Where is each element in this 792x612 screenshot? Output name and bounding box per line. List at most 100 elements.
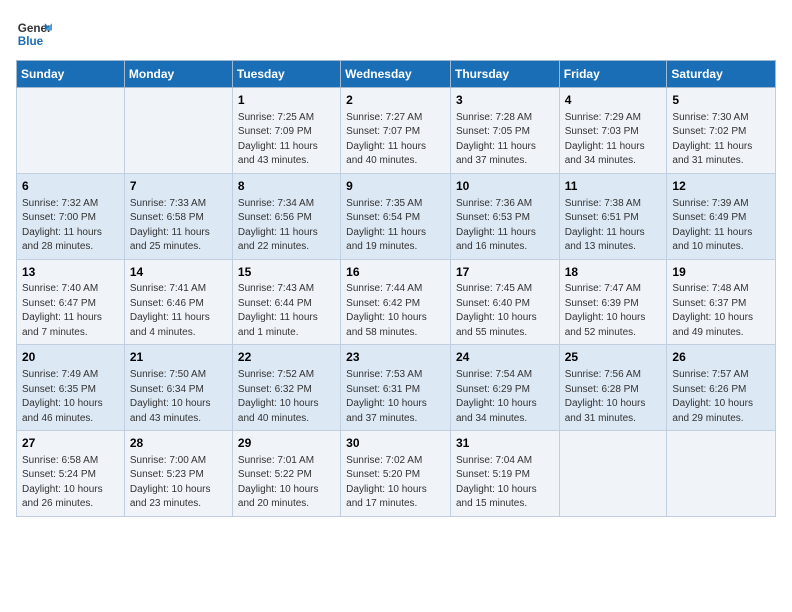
header-row: SundayMondayTuesdayWednesdayThursdayFrid… <box>17 61 776 88</box>
logo-icon: General Blue <box>16 16 52 52</box>
header-cell-sunday: Sunday <box>17 61 125 88</box>
calendar-table: SundayMondayTuesdayWednesdayThursdayFrid… <box>16 60 776 517</box>
day-cell: 25 Sunrise: 7:56 AM Sunset: 6:28 PM Dayli… <box>559 345 667 431</box>
day-cell: 12 Sunrise: 7:39 AM Sunset: 6:49 PM Dayli… <box>667 173 776 259</box>
day-info: Sunrise: 7:27 AM Sunset: 7:07 PM Dayligh… <box>346 111 445 169</box>
day-cell: 20Sunrise: 7:49 AM Sunset: 6:35 PM Dayli… <box>17 345 125 431</box>
day-number: 8 <box>238 178 335 195</box>
header-cell-thursday: Thursday <box>450 61 559 88</box>
header-cell-saturday: Saturday <box>667 61 776 88</box>
day-cell <box>667 431 776 517</box>
day-info: Sunrise: 7:40 AM Sunset: 6:47 PM Dayligh… <box>22 282 119 340</box>
day-cell: 14Sunrise: 7:41 AM Sunset: 6:46 PM Dayli… <box>124 259 232 345</box>
day-info: Sunrise: 7:02 AM Sunset: 5:20 PM Dayligh… <box>346 454 445 512</box>
day-cell: 29 Sunrise: 7:01 AM Sunset: 5:22 PM Dayli… <box>232 431 340 517</box>
day-cell: 2 Sunrise: 7:27 AM Sunset: 7:07 PM Daylig… <box>341 88 451 174</box>
day-cell <box>17 88 125 174</box>
day-info: Sunrise: 6:58 AM Sunset: 5:24 PM Dayligh… <box>22 454 119 512</box>
day-cell <box>559 431 667 517</box>
day-number: 7 <box>130 178 227 195</box>
day-number: 22 <box>238 349 335 366</box>
page-header: General Blue <box>16 16 776 52</box>
day-cell: 23 Sunrise: 7:53 AM Sunset: 6:31 PM Dayli… <box>341 345 451 431</box>
day-number: 19 <box>672 264 770 281</box>
day-number: 10 <box>456 178 554 195</box>
day-info: Sunrise: 7:39 AM Sunset: 6:49 PM Dayligh… <box>672 197 770 255</box>
day-info: Sunrise: 7:48 AM Sunset: 6:37 PM Dayligh… <box>672 282 770 340</box>
day-cell: 11 Sunrise: 7:38 AM Sunset: 6:51 PM Dayli… <box>559 173 667 259</box>
day-cell: 3 Sunrise: 7:28 AM Sunset: 7:05 PM Daylig… <box>450 88 559 174</box>
day-info: Sunrise: 7:00 AM Sunset: 5:23 PM Dayligh… <box>130 454 227 512</box>
day-number: 23 <box>346 349 445 366</box>
day-cell: 18Sunrise: 7:47 AM Sunset: 6:39 PM Dayli… <box>559 259 667 345</box>
day-cell: 26Sunrise: 7:57 AM Sunset: 6:26 PM Dayli… <box>667 345 776 431</box>
day-cell: 17Sunrise: 7:45 AM Sunset: 6:40 PM Dayli… <box>450 259 559 345</box>
logo: General Blue <box>16 16 56 52</box>
week-row-4: 20Sunrise: 7:49 AM Sunset: 6:35 PM Dayli… <box>17 345 776 431</box>
day-info: Sunrise: 7:54 AM Sunset: 6:29 PM Dayligh… <box>456 368 554 426</box>
day-info: Sunrise: 7:36 AM Sunset: 6:53 PM Dayligh… <box>456 197 554 255</box>
day-cell: 31 Sunrise: 7:04 AM Sunset: 5:19 PM Dayli… <box>450 431 559 517</box>
day-info: Sunrise: 7:56 AM Sunset: 6:28 PM Dayligh… <box>565 368 662 426</box>
day-number: 1 <box>238 92 335 109</box>
day-cell: 24Sunrise: 7:54 AM Sunset: 6:29 PM Dayli… <box>450 345 559 431</box>
day-info: Sunrise: 7:50 AM Sunset: 6:34 PM Dayligh… <box>130 368 227 426</box>
day-number: 16 <box>346 264 445 281</box>
day-info: Sunrise: 7:43 AM Sunset: 6:44 PM Dayligh… <box>238 282 335 340</box>
day-number: 21 <box>130 349 227 366</box>
week-row-1: 1 Sunrise: 7:25 AM Sunset: 7:09 PM Daylig… <box>17 88 776 174</box>
day-info: Sunrise: 7:38 AM Sunset: 6:51 PM Dayligh… <box>565 197 662 255</box>
svg-text:Blue: Blue <box>18 35 44 48</box>
day-number: 18 <box>565 264 662 281</box>
day-info: Sunrise: 7:04 AM Sunset: 5:19 PM Dayligh… <box>456 454 554 512</box>
day-info: Sunrise: 7:44 AM Sunset: 6:42 PM Dayligh… <box>346 282 445 340</box>
day-cell: 8Sunrise: 7:34 AM Sunset: 6:56 PM Daylig… <box>232 173 340 259</box>
week-row-3: 13Sunrise: 7:40 AM Sunset: 6:47 PM Dayli… <box>17 259 776 345</box>
header-cell-friday: Friday <box>559 61 667 88</box>
day-cell: 6 Sunrise: 7:32 AM Sunset: 7:00 PM Daylig… <box>17 173 125 259</box>
day-number: 14 <box>130 264 227 281</box>
day-number: 11 <box>565 178 662 195</box>
week-row-5: 27Sunrise: 6:58 AM Sunset: 5:24 PM Dayli… <box>17 431 776 517</box>
day-number: 28 <box>130 435 227 452</box>
day-number: 2 <box>346 92 445 109</box>
day-number: 13 <box>22 264 119 281</box>
day-number: 12 <box>672 178 770 195</box>
day-cell: 22 Sunrise: 7:52 AM Sunset: 6:32 PM Dayli… <box>232 345 340 431</box>
day-info: Sunrise: 7:32 AM Sunset: 7:00 PM Dayligh… <box>22 197 119 255</box>
day-number: 3 <box>456 92 554 109</box>
day-info: Sunrise: 7:45 AM Sunset: 6:40 PM Dayligh… <box>456 282 554 340</box>
day-cell: 9Sunrise: 7:35 AM Sunset: 6:54 PM Daylig… <box>341 173 451 259</box>
header-cell-tuesday: Tuesday <box>232 61 340 88</box>
day-info: Sunrise: 7:29 AM Sunset: 7:03 PM Dayligh… <box>565 111 662 169</box>
day-info: Sunrise: 7:53 AM Sunset: 6:31 PM Dayligh… <box>346 368 445 426</box>
day-number: 29 <box>238 435 335 452</box>
header-cell-wednesday: Wednesday <box>341 61 451 88</box>
day-cell: 30Sunrise: 7:02 AM Sunset: 5:20 PM Dayli… <box>341 431 451 517</box>
day-cell <box>124 88 232 174</box>
day-info: Sunrise: 7:52 AM Sunset: 6:32 PM Dayligh… <box>238 368 335 426</box>
day-cell: 15Sunrise: 7:43 AM Sunset: 6:44 PM Dayli… <box>232 259 340 345</box>
day-info: Sunrise: 7:41 AM Sunset: 6:46 PM Dayligh… <box>130 282 227 340</box>
day-info: Sunrise: 7:25 AM Sunset: 7:09 PM Dayligh… <box>238 111 335 169</box>
day-cell: 19Sunrise: 7:48 AM Sunset: 6:37 PM Dayli… <box>667 259 776 345</box>
day-number: 31 <box>456 435 554 452</box>
day-cell: 1 Sunrise: 7:25 AM Sunset: 7:09 PM Daylig… <box>232 88 340 174</box>
day-cell: 28 Sunrise: 7:00 AM Sunset: 5:23 PM Dayli… <box>124 431 232 517</box>
day-cell: 10 Sunrise: 7:36 AM Sunset: 6:53 PM Dayli… <box>450 173 559 259</box>
day-number: 6 <box>22 178 119 195</box>
day-info: Sunrise: 7:30 AM Sunset: 7:02 PM Dayligh… <box>672 111 770 169</box>
day-cell: 5 Sunrise: 7:30 AM Sunset: 7:02 PM Daylig… <box>667 88 776 174</box>
day-number: 9 <box>346 178 445 195</box>
day-cell: 27Sunrise: 6:58 AM Sunset: 5:24 PM Dayli… <box>17 431 125 517</box>
day-info: Sunrise: 7:28 AM Sunset: 7:05 PM Dayligh… <box>456 111 554 169</box>
day-cell: 4Sunrise: 7:29 AM Sunset: 7:03 PM Daylig… <box>559 88 667 174</box>
day-number: 17 <box>456 264 554 281</box>
day-cell: 13Sunrise: 7:40 AM Sunset: 6:47 PM Dayli… <box>17 259 125 345</box>
day-cell: 16Sunrise: 7:44 AM Sunset: 6:42 PM Dayli… <box>341 259 451 345</box>
day-info: Sunrise: 7:01 AM Sunset: 5:22 PM Dayligh… <box>238 454 335 512</box>
day-number: 25 <box>565 349 662 366</box>
day-number: 5 <box>672 92 770 109</box>
header-cell-monday: Monday <box>124 61 232 88</box>
day-info: Sunrise: 7:49 AM Sunset: 6:35 PM Dayligh… <box>22 368 119 426</box>
